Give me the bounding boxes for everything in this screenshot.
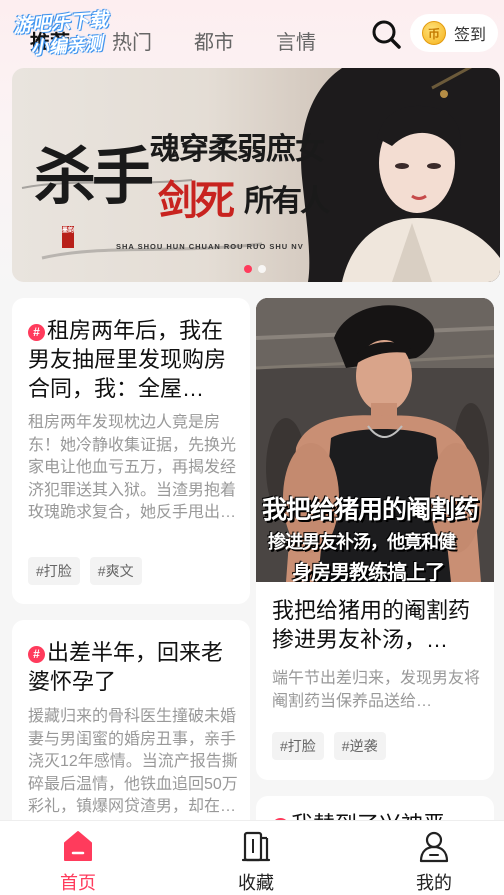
banner-title-part3: 剑死 bbox=[158, 177, 235, 224]
nav-bookshelf[interactable]: 收藏 bbox=[216, 829, 296, 895]
tab-urban[interactable]: 都市 bbox=[194, 26, 234, 55]
tag-chip[interactable]: #打脸 bbox=[272, 732, 324, 760]
checkin-button[interactable]: 币 签到 bbox=[410, 14, 498, 52]
profile-icon bbox=[419, 831, 449, 863]
banner-dot-2[interactable] bbox=[258, 265, 266, 273]
book-title: # 租房两年后，我在男友抽屉里发现购房合同，我：全屋… bbox=[28, 316, 238, 403]
home-icon bbox=[64, 831, 92, 861]
watermark-overlay: 游吧乐下载 小编亲测 bbox=[12, 6, 145, 67]
banner-seal: 墨韵 bbox=[62, 226, 74, 248]
book-description: 租房两年发现枕边人竟是房东！她冷静收集证据，先换光家电让他血亏五万，再揭发经济犯… bbox=[28, 414, 237, 521]
tag-list: #打脸 #逆袭 bbox=[272, 732, 396, 760]
cover-title: 我把给猪用的阉割药 掺进男友补汤，他竟和健 身房男教练搞上了 bbox=[262, 490, 492, 582]
coin-icon: 币 bbox=[422, 21, 446, 45]
checkin-label: 签到 bbox=[454, 27, 487, 44]
tag-chip[interactable]: #打脸 bbox=[28, 557, 80, 585]
nav-profile[interactable]: 我的 bbox=[394, 829, 474, 895]
hashtag-icon: # bbox=[28, 646, 45, 663]
book-title: # 出差半年，回来老婆怀孕了 bbox=[28, 638, 238, 696]
banner-dot-1[interactable] bbox=[244, 265, 252, 273]
book-description: 援藏归来的骨科医生撞破未婚妻与男闺蜜的婚房丑事，亲手浇灭12年感情。当流产报告撕… bbox=[28, 708, 238, 815]
tag-list: #打脸 #爽文 bbox=[28, 557, 152, 585]
tab-romance[interactable]: 言情 bbox=[276, 26, 316, 55]
nav-profile-label: 我的 bbox=[416, 873, 452, 893]
tag-chip[interactable]: #逆袭 bbox=[333, 732, 386, 760]
banner-pinyin: SHA SHOU HUN CHUAN ROU RUO SHU NV bbox=[116, 242, 304, 251]
cover-title-line1: 我把给猪用的阉割药 bbox=[262, 495, 479, 524]
hashtag-icon: # bbox=[28, 324, 45, 341]
book-title: 我把给猪用的阉割药掺进男友补汤，… bbox=[272, 598, 471, 652]
book-card[interactable]: 我把给猪用的阉割药 掺进男友补汤，他竟和健 身房男教练搞上了 我把给猪用的阉割药… bbox=[256, 298, 494, 780]
nav-home-label: 首页 bbox=[60, 873, 96, 893]
banner-title-part2: 魂穿柔弱庶女 bbox=[150, 132, 325, 167]
nav-bookshelf-label: 收藏 bbox=[238, 873, 274, 893]
featured-banner[interactable]: 杀手 魂穿柔弱庶女 剑死 所有人 墨韵 SHA SHOU HUN CHUAN R… bbox=[12, 68, 500, 282]
banner-title: 杀手 魂穿柔弱庶女 剑死 所有人 墨韵 SHA SHOU HUN CHUAN R… bbox=[34, 96, 344, 251]
banner-title-part1: 杀手 bbox=[34, 140, 154, 213]
bottom-navigation: 首页 收藏 我的 bbox=[0, 820, 504, 895]
book-description: 端午节出差归来，发现男友将阉割药当保养品送给… bbox=[272, 670, 481, 710]
book-cover[interactable]: 我把给猪用的阉割药 掺进男友补汤，他竟和健 身房男教练搞上了 bbox=[256, 298, 494, 582]
top-bar: 推荐 热门 都市 言情 游吧乐下载 小编亲测 币 签到 bbox=[0, 0, 504, 70]
search-icon[interactable] bbox=[370, 18, 402, 50]
banner-pagination bbox=[244, 265, 272, 273]
cover-title-line2: 掺进男友补汤，他竟和健 bbox=[268, 532, 456, 553]
banner-title-part4: 所有人 bbox=[244, 184, 330, 219]
book-card[interactable]: # 租房两年后，我在男友抽屉里发现购房合同，我：全屋… 租房两年发现枕边人竟是房东… bbox=[12, 298, 250, 604]
cover-title-line3: 身房男教练搞上了 bbox=[292, 560, 445, 582]
book-title-text: 租房两年后，我在男友抽屉里发现购房合同，我：全屋… bbox=[28, 318, 227, 401]
bookshelf-icon bbox=[241, 831, 271, 862]
book-title-text: 出差半年，回来老婆怀孕了 bbox=[28, 640, 224, 694]
nav-home[interactable]: 首页 bbox=[38, 829, 118, 895]
tag-chip[interactable]: #爽文 bbox=[89, 557, 142, 585]
